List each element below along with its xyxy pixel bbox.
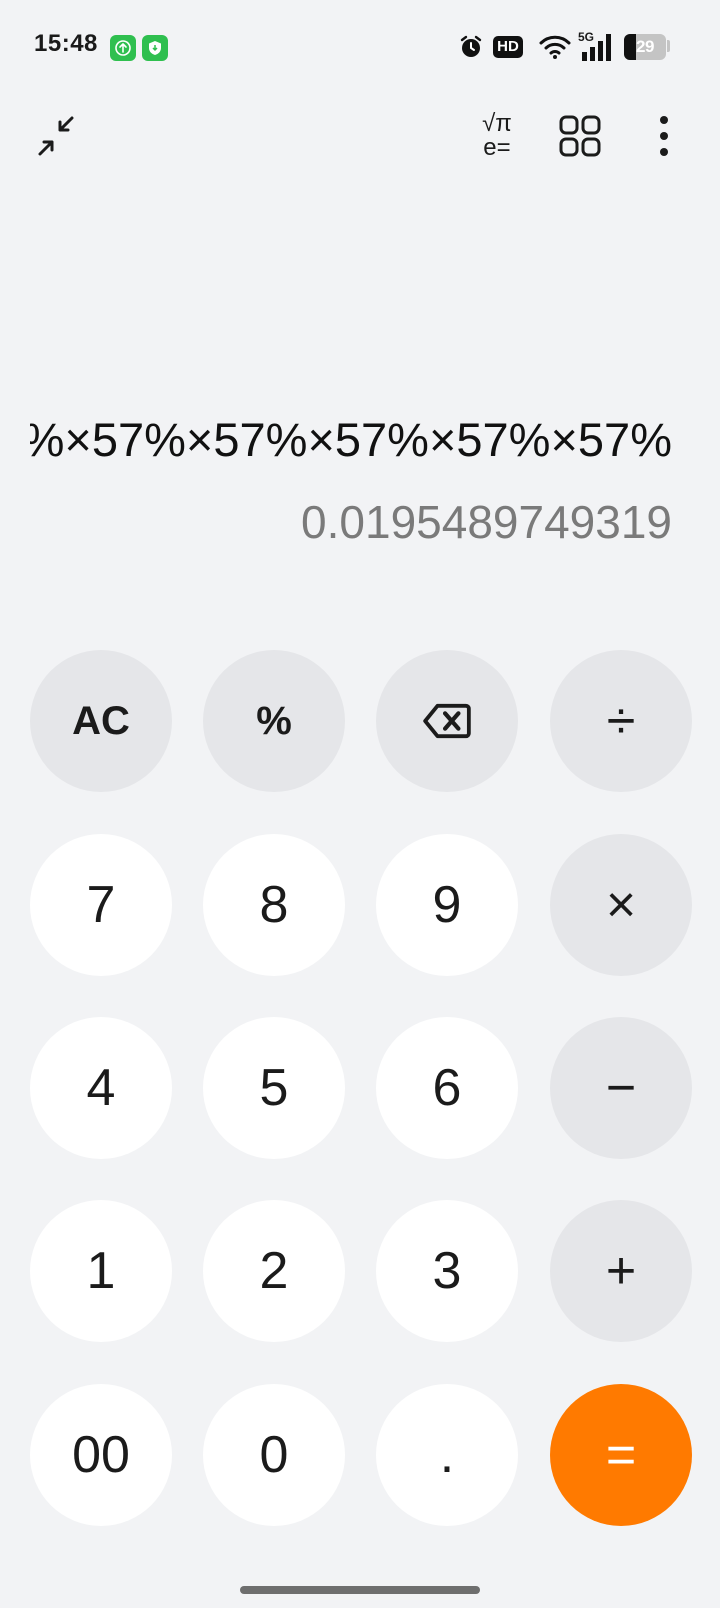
hd-badge: HD <box>493 36 523 58</box>
grid-button[interactable] <box>550 106 610 166</box>
wifi-icon <box>538 32 572 62</box>
digit-9-button[interactable]: 9 <box>376 834 518 976</box>
digit-0-button[interactable]: 0 <box>203 1384 345 1526</box>
subtract-button[interactable]: − <box>550 1017 692 1159</box>
digit-8-button[interactable]: 8 <box>203 834 345 976</box>
expression-text: ×57%×57%×57%×57%×57%×57%×57%×57%×57%×57% <box>30 413 672 466</box>
digit-6-button[interactable]: 6 <box>376 1017 518 1159</box>
backspace-button[interactable] <box>376 650 518 792</box>
scientific-icon-bottom: e= <box>483 134 511 161</box>
hd-icon: HD <box>492 32 524 62</box>
grid-icon <box>559 115 601 157</box>
battery-tip <box>667 40 670 52</box>
digit-4-button[interactable]: 4 <box>30 1017 172 1159</box>
more-options-icon <box>660 116 668 156</box>
digit-3-button[interactable]: 3 <box>376 1200 518 1342</box>
add-button[interactable]: + <box>550 1200 692 1342</box>
home-indicator[interactable] <box>240 1586 480 1594</box>
scientific-mode-icon: √π e= <box>482 112 512 160</box>
status-time: 15:48 <box>34 30 98 57</box>
percent-button[interactable]: % <box>203 650 345 792</box>
decimal-button[interactable]: . <box>376 1384 518 1526</box>
multiply-button[interactable]: × <box>550 834 692 976</box>
expression-display[interactable]: ×57%×57%×57%×57%×57%×57%×57%×57%×57%×57% <box>30 412 672 474</box>
result-display: 0.0195489749319 <box>301 496 672 548</box>
digit-5-button[interactable]: 5 <box>203 1017 345 1159</box>
backspace-icon <box>423 703 471 739</box>
double-zero-button[interactable]: 00 <box>30 1384 172 1526</box>
alarm-icon <box>456 32 486 62</box>
battery-level: 29 <box>636 37 654 56</box>
upload-notification-icon <box>110 35 136 61</box>
battery-icon: 29 <box>624 34 666 60</box>
scientific-mode-button[interactable]: √π e= <box>466 106 528 166</box>
status-bar: 15:48 HD 5G 29 <box>0 0 720 96</box>
digit-7-button[interactable]: 7 <box>30 834 172 976</box>
digit-2-button[interactable]: 2 <box>203 1200 345 1342</box>
collapse-icon <box>38 116 74 156</box>
digit-1-button[interactable]: 1 <box>30 1200 172 1342</box>
equals-button[interactable]: = <box>550 1384 692 1526</box>
clear-button[interactable]: AC <box>30 650 172 792</box>
shield-notification-icon <box>142 35 168 61</box>
divide-button[interactable]: ÷ <box>550 650 692 792</box>
collapse-button[interactable] <box>26 106 86 166</box>
scientific-icon-top: √π <box>482 110 512 137</box>
more-options-button[interactable] <box>634 106 694 166</box>
cellular-signal-icon: 5G <box>578 30 618 62</box>
